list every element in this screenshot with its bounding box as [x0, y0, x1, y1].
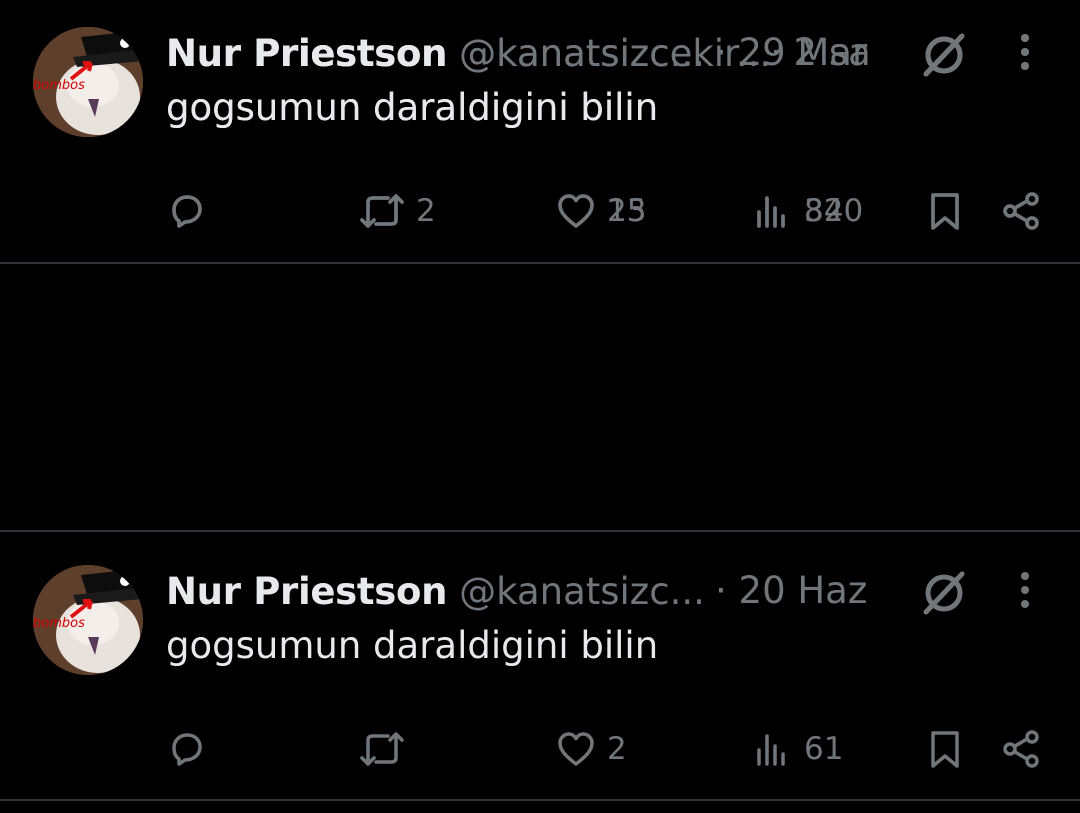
like-count: 2: [607, 731, 627, 767]
author-handle[interactable]: @kanatsizc...: [459, 32, 705, 75]
bookmark-button[interactable]: [924, 188, 966, 234]
retweet-button[interactable]: [358, 188, 416, 234]
tweet-timestamp[interactable]: · 29 Mar: [715, 30, 867, 76]
avatar[interactable]: bombos: [33, 565, 143, 675]
reply-icon: [172, 195, 202, 228]
bookmark-icon: [931, 731, 959, 768]
views-icon: [757, 196, 785, 228]
author-name[interactable]: Nur Priestson: [166, 570, 447, 613]
tweet[interactable]: bombos Nur Priestson @kanatsizc... · 20 …: [0, 538, 1080, 806]
heart-icon: [558, 732, 594, 766]
retweet-button[interactable]: [358, 726, 416, 772]
views-count: 61: [804, 731, 844, 767]
author-name[interactable]: Nur Priestson: [166, 32, 447, 75]
grok-icon[interactable]: [918, 566, 970, 618]
reply-icon: [172, 733, 202, 766]
tweet-text: gogsumun daraldigini bilin: [166, 86, 659, 129]
share-button[interactable]: [1000, 726, 1042, 772]
reply-button[interactable]: [165, 726, 217, 772]
bookmark-icon: [931, 193, 959, 230]
like-count: 13: [607, 193, 647, 229]
action-bar: 13 84: [0, 188, 1080, 234]
tweet-timestamp[interactable]: · 20 Haz: [715, 568, 867, 614]
views-count: 84: [804, 193, 844, 229]
like-button[interactable]: 13: [555, 188, 646, 234]
retweet-icon: [360, 732, 404, 766]
tweet-divider: [0, 530, 1080, 532]
views-button[interactable]: 84: [752, 188, 843, 234]
share-icon: [1003, 730, 1039, 768]
action-bar: 2 61: [0, 726, 1080, 772]
tweet-divider: [0, 799, 1080, 801]
retweet-icon: [360, 194, 404, 228]
avatar[interactable]: bombos: [33, 27, 143, 137]
avatar-caption: bombos: [33, 78, 85, 93]
bookmark-button[interactable]: [924, 726, 966, 772]
more-icon[interactable]: [1005, 568, 1045, 612]
tweet-text: gogsumun daraldigini bilin: [166, 624, 659, 667]
views-icon: [757, 734, 785, 766]
more-icon[interactable]: [1005, 30, 1045, 74]
like-button[interactable]: 2: [555, 726, 627, 772]
grok-icon[interactable]: [918, 28, 970, 80]
avatar-caption: bombos: [33, 616, 85, 631]
share-icon: [1003, 192, 1039, 230]
reply-button[interactable]: [165, 188, 217, 234]
views-button[interactable]: 61: [752, 726, 843, 772]
share-button[interactable]: [1000, 188, 1042, 234]
author-handle[interactable]: @kanatsizc...: [459, 570, 705, 613]
heart-icon: [558, 194, 594, 228]
tweet[interactable]: bombos Nur Priestson @kanatsizc... · 29 …: [0, 0, 1080, 268]
